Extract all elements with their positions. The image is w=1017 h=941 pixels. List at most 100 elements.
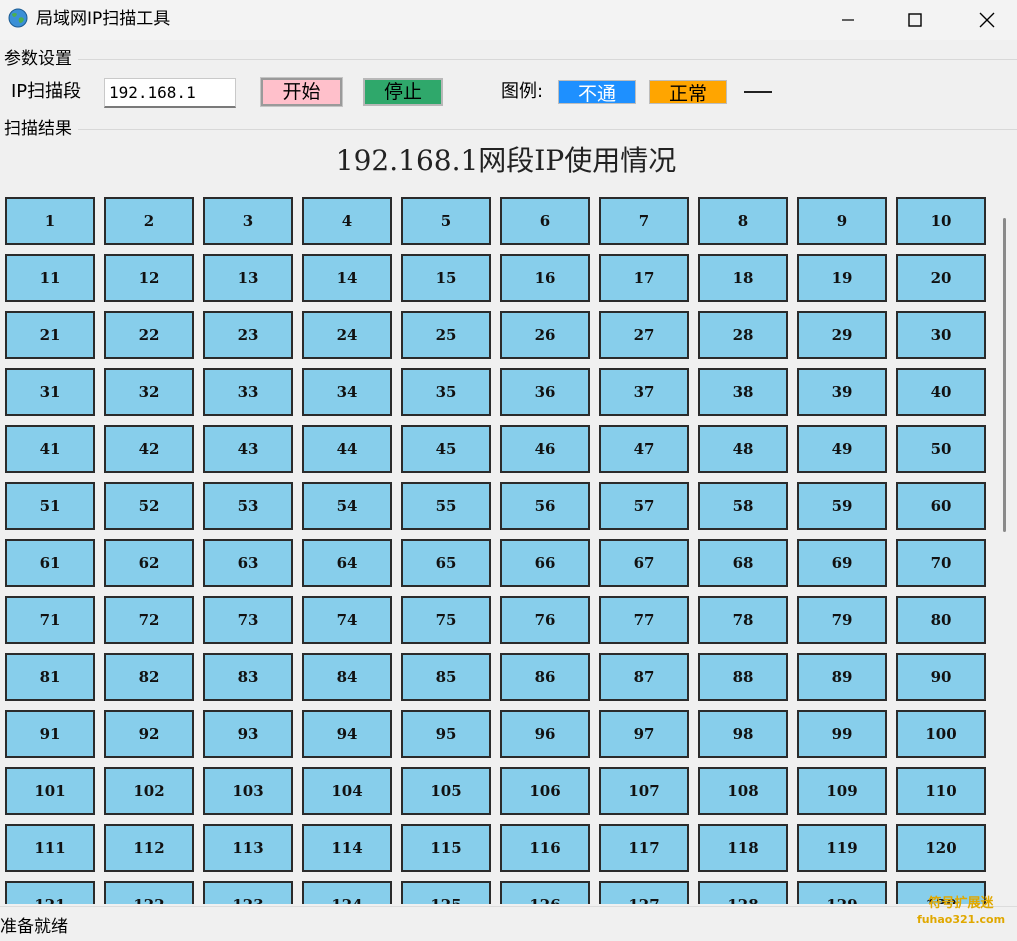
ip-cell[interactable]: 35 — [401, 368, 491, 416]
ip-cell[interactable]: 79 — [797, 596, 887, 644]
ip-cell[interactable]: 38 — [698, 368, 788, 416]
ip-cell[interactable]: 10 — [896, 197, 986, 245]
ip-cell[interactable]: 9 — [797, 197, 887, 245]
ip-cell[interactable]: 111 — [5, 824, 95, 872]
ip-cell[interactable]: 87 — [599, 653, 689, 701]
ip-cell[interactable]: 44 — [302, 425, 392, 473]
ip-cell[interactable]: 24 — [302, 311, 392, 359]
ip-cell[interactable]: 54 — [302, 482, 392, 530]
ip-cell[interactable]: 83 — [203, 653, 293, 701]
ip-cell[interactable]: 37 — [599, 368, 689, 416]
ip-cell[interactable]: 101 — [5, 767, 95, 815]
ip-cell[interactable]: 26 — [500, 311, 590, 359]
ip-cell[interactable]: 128 — [698, 881, 788, 904]
ip-cell[interactable]: 99 — [797, 710, 887, 758]
ip-cell[interactable]: 51 — [5, 482, 95, 530]
ip-cell[interactable]: 74 — [302, 596, 392, 644]
ip-cell[interactable]: 110 — [896, 767, 986, 815]
ip-cell[interactable]: 127 — [599, 881, 689, 904]
ip-cell[interactable]: 63 — [203, 539, 293, 587]
ip-cell[interactable]: 14 — [302, 254, 392, 302]
ip-cell[interactable]: 30 — [896, 311, 986, 359]
ip-cell[interactable]: 106 — [500, 767, 590, 815]
ip-cell[interactable]: 49 — [797, 425, 887, 473]
ip-cell[interactable]: 20 — [896, 254, 986, 302]
ip-cell[interactable]: 50 — [896, 425, 986, 473]
ip-cell[interactable]: 65 — [401, 539, 491, 587]
ip-cell[interactable]: 108 — [698, 767, 788, 815]
ip-cell[interactable]: 95 — [401, 710, 491, 758]
ip-cell[interactable]: 119 — [797, 824, 887, 872]
ip-cell[interactable]: 73 — [203, 596, 293, 644]
stop-button[interactable]: 停止 — [363, 78, 443, 106]
ip-cell[interactable]: 103 — [203, 767, 293, 815]
ip-cell[interactable]: 57 — [599, 482, 689, 530]
ip-cell[interactable]: 90 — [896, 653, 986, 701]
ip-cell[interactable]: 48 — [698, 425, 788, 473]
ip-cell[interactable]: 29 — [797, 311, 887, 359]
ip-cell[interactable]: 105 — [401, 767, 491, 815]
ip-cell[interactable]: 53 — [203, 482, 293, 530]
ip-cell[interactable]: 77 — [599, 596, 689, 644]
ip-cell[interactable]: 6 — [500, 197, 590, 245]
ip-cell[interactable]: 109 — [797, 767, 887, 815]
ip-cell[interactable]: 28 — [698, 311, 788, 359]
ip-cell[interactable]: 96 — [500, 710, 590, 758]
ip-cell[interactable]: 93 — [203, 710, 293, 758]
ip-cell[interactable]: 42 — [104, 425, 194, 473]
ip-cell[interactable]: 113 — [203, 824, 293, 872]
ip-cell[interactable]: 71 — [5, 596, 95, 644]
ip-cell[interactable]: 78 — [698, 596, 788, 644]
ip-cell[interactable]: 100 — [896, 710, 986, 758]
start-button[interactable]: 开始 — [260, 77, 343, 107]
ip-cell[interactable]: 117 — [599, 824, 689, 872]
ip-cell[interactable]: 52 — [104, 482, 194, 530]
ip-cell[interactable]: 86 — [500, 653, 590, 701]
ip-cell[interactable]: 41 — [5, 425, 95, 473]
ip-cell[interactable]: 8 — [698, 197, 788, 245]
ip-cell[interactable]: 97 — [599, 710, 689, 758]
ip-cell[interactable]: 40 — [896, 368, 986, 416]
vertical-scrollbar[interactable] — [1000, 190, 1012, 904]
ip-cell[interactable]: 80 — [896, 596, 986, 644]
ip-cell[interactable]: 76 — [500, 596, 590, 644]
ip-cell[interactable]: 18 — [698, 254, 788, 302]
ip-cell[interactable]: 12 — [104, 254, 194, 302]
ip-cell[interactable]: 1 — [5, 197, 95, 245]
ip-cell[interactable]: 15 — [401, 254, 491, 302]
ip-cell[interactable]: 66 — [500, 539, 590, 587]
ip-cell[interactable]: 55 — [401, 482, 491, 530]
ip-cell[interactable]: 32 — [104, 368, 194, 416]
ip-cell[interactable]: 88 — [698, 653, 788, 701]
scroll-thumb[interactable] — [1003, 218, 1006, 532]
ip-cell[interactable]: 94 — [302, 710, 392, 758]
ip-cell[interactable]: 67 — [599, 539, 689, 587]
ip-cell[interactable]: 46 — [500, 425, 590, 473]
ip-cell[interactable]: 115 — [401, 824, 491, 872]
ip-cell[interactable]: 23 — [203, 311, 293, 359]
ip-segment-input[interactable] — [104, 78, 236, 108]
ip-cell[interactable]: 69 — [797, 539, 887, 587]
ip-cell[interactable]: 118 — [698, 824, 788, 872]
close-button[interactable] — [952, 0, 1017, 40]
ip-cell[interactable]: 70 — [896, 539, 986, 587]
ip-cell[interactable]: 89 — [797, 653, 887, 701]
ip-cell[interactable]: 120 — [896, 824, 986, 872]
maximize-button[interactable] — [880, 0, 950, 40]
ip-cell[interactable]: 59 — [797, 482, 887, 530]
ip-cell[interactable]: 34 — [302, 368, 392, 416]
ip-cell[interactable]: 2 — [104, 197, 194, 245]
ip-cell[interactable]: 4 — [302, 197, 392, 245]
ip-cell[interactable]: 64 — [302, 539, 392, 587]
ip-cell[interactable]: 124 — [302, 881, 392, 904]
ip-cell[interactable]: 19 — [797, 254, 887, 302]
minimize-button[interactable] — [813, 0, 883, 40]
ip-cell[interactable]: 31 — [5, 368, 95, 416]
ip-cell[interactable]: 25 — [401, 311, 491, 359]
ip-cell[interactable]: 22 — [104, 311, 194, 359]
ip-cell[interactable]: 11 — [5, 254, 95, 302]
ip-cell[interactable]: 107 — [599, 767, 689, 815]
ip-cell[interactable]: 114 — [302, 824, 392, 872]
ip-cell[interactable]: 116 — [500, 824, 590, 872]
ip-cell[interactable]: 21 — [5, 311, 95, 359]
